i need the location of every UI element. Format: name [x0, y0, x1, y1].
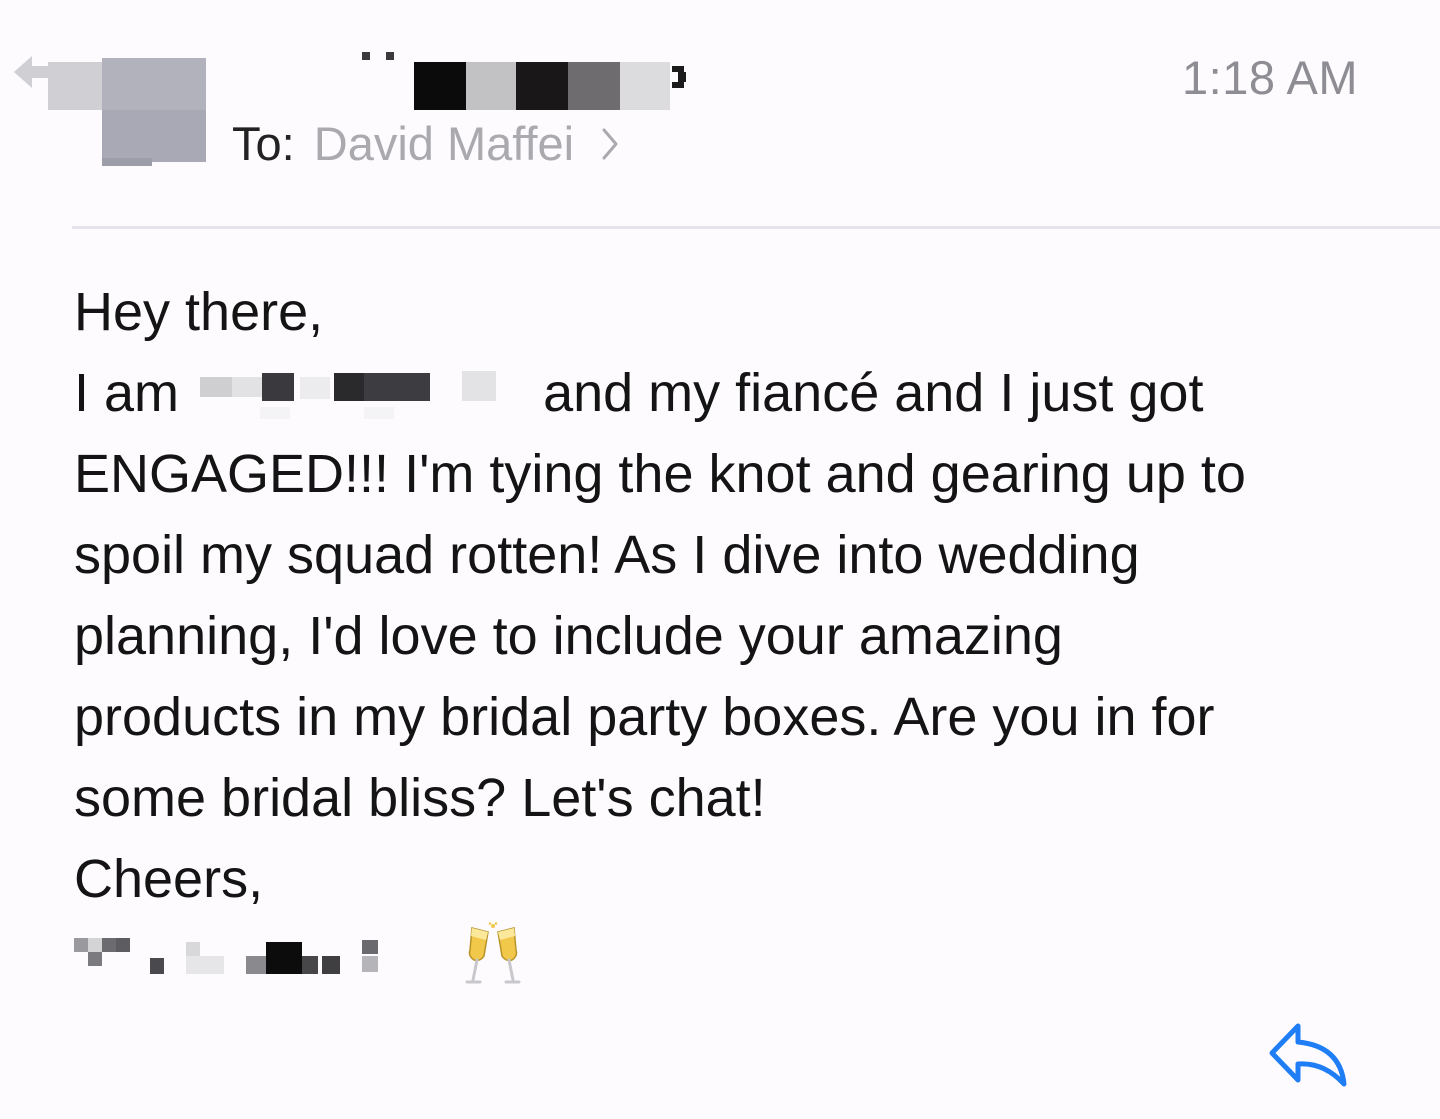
- body-line-6: some bridal bliss? Let's chat!: [74, 768, 766, 828]
- body-line-3: spoil my squad rotten! As I dive into we…: [74, 525, 1140, 585]
- intro-start: I am: [74, 363, 180, 423]
- sender-name-redacted-inline: [200, 367, 522, 427]
- sender-name-redacted: [356, 48, 696, 112]
- intro-end: and my fiancé and I just got: [543, 363, 1204, 423]
- chevron-right-icon: [602, 128, 618, 160]
- sender-avatar: [48, 58, 206, 166]
- recipient-name[interactable]: David Maffei: [314, 117, 574, 170]
- recipient-row[interactable]: To: David Maffei: [232, 116, 619, 172]
- message-time: 1:18 AM: [1182, 51, 1358, 104]
- clinking-glasses-icon: [465, 922, 521, 984]
- header-divider: [72, 226, 1440, 229]
- greeting-line: Hey there,: [74, 282, 324, 342]
- signature-redacted: [74, 920, 521, 990]
- reply-arrow-icon[interactable]: [1266, 1020, 1350, 1090]
- body-line-2: ENGAGED!!! I'm tying the knot and gearin…: [74, 444, 1246, 504]
- message-body: Hey there, I am and my fiancé and I just…: [74, 272, 1394, 920]
- signoff-line: Cheers,: [74, 849, 264, 909]
- body-line-4: planning, I'd love to include your amazi…: [74, 606, 1063, 666]
- intro-line: I am and my fiancé and I just got: [74, 353, 1394, 434]
- to-label: To:: [232, 117, 295, 170]
- body-line-5: products in my bridal party boxes. Are y…: [74, 687, 1215, 747]
